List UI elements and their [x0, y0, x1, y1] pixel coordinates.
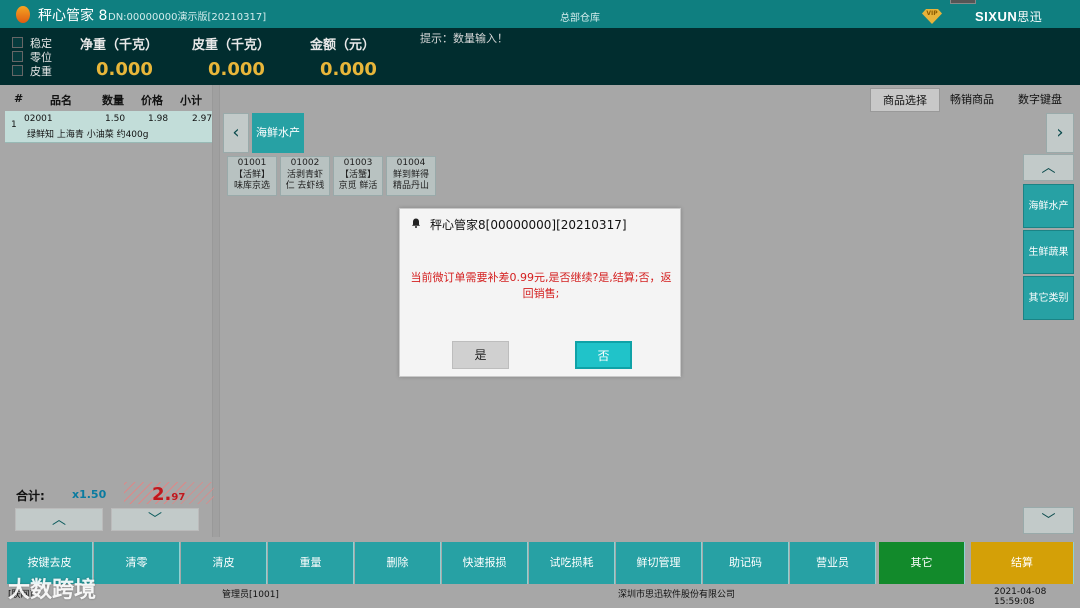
- row-name: 绿鲜知 上海青 小油菜 约400g: [27, 130, 149, 140]
- other-button[interactable]: 其它: [879, 542, 965, 584]
- weigh-display: 稳定 零位 皮重 净重（千克） 0.000 皮重（千克） 0.000 金额（元）…: [0, 28, 1080, 85]
- checkout-button[interactable]: 结算: [971, 542, 1074, 584]
- total-label: 合计:: [16, 489, 45, 503]
- bell-icon: [412, 218, 420, 228]
- col-name: 品名: [50, 94, 72, 107]
- chevron-down-icon: ﹀: [1041, 513, 1056, 529]
- category-scroll-up-button[interactable]: ︿: [1023, 154, 1074, 181]
- product-code: 01001: [237, 158, 267, 168]
- product-tile[interactable]: 01003 【活蟹】 京觅 鲜活: [333, 156, 383, 196]
- category-fresh-produce[interactable]: 生鲜蔬果: [1023, 230, 1074, 274]
- product-tile[interactable]: 01002 活剥青虾 仁 去虾线: [280, 156, 330, 196]
- tare-checkbox[interactable]: [12, 65, 23, 76]
- dialog-message: 当前微订单需要补差0.99元,是否继续?是,结算;否，返回销售;: [410, 271, 672, 300]
- brand-en: SIXUN: [975, 9, 1018, 24]
- scroll-up-button[interactable]: ︿: [15, 508, 103, 531]
- company-name: 深圳市思迅软件股份有限公司: [618, 590, 736, 600]
- chevron-right-icon: ›: [1056, 122, 1064, 143]
- product-name-line2: 仁 去虾线: [285, 181, 325, 191]
- zero-button[interactable]: 清零: [94, 542, 180, 584]
- watermark-text: 大数跨境: [8, 578, 97, 603]
- category-next-button[interactable]: ›: [1046, 113, 1074, 153]
- operator-status: 管理员[1001]: [222, 590, 279, 600]
- tare-weight-label: 皮重（千克）: [192, 38, 271, 53]
- order-panel: # 品名 数量 价格 小计 1 02001 1.50 1.98 2.97 绿鲜知…: [5, 88, 212, 534]
- col-price: 价格: [141, 94, 163, 107]
- brand-logo: SIXUN思迅: [975, 8, 1042, 25]
- col-subtotal: 小计: [180, 94, 202, 107]
- app-window: 秤心管家 8 DN:00000000演示版[20210317] 总部仓库 VIP…: [0, 0, 1080, 608]
- hint-text: 提示：数量输入！: [420, 32, 508, 45]
- title-bar: 秤心管家 8 DN:00000000演示版[20210317] 总部仓库 VIP…: [0, 0, 1080, 28]
- row-code: 02001: [24, 114, 53, 124]
- panel-splitter[interactable]: [212, 85, 220, 537]
- brand-cn: 思迅: [1017, 10, 1043, 24]
- stable-checkbox[interactable]: [12, 37, 23, 48]
- amount-label: 金额（元）: [310, 38, 376, 53]
- confirm-dialog: 秤心管家8[00000000][20210317] 当前微订单需要补差0.99元…: [399, 208, 681, 377]
- tab-best-sellers[interactable]: 畅销商品: [942, 88, 1002, 112]
- product-code: 01002: [290, 158, 320, 168]
- amount-value: 0.000: [320, 59, 377, 80]
- product-name-line2: 味库京选: [233, 181, 270, 191]
- product-code: 01003: [343, 158, 373, 168]
- product-tile[interactable]: 01004 鲜到鲜得 精品丹山: [386, 156, 436, 196]
- chevron-up-icon: ︿: [1041, 160, 1056, 176]
- row-price: 1.98: [148, 114, 169, 124]
- chevron-left-icon: ‹: [232, 122, 240, 143]
- col-index: #: [14, 92, 24, 105]
- total-amount-dec: 97: [171, 492, 186, 503]
- category-tab-seafood[interactable]: 海鲜水产: [252, 113, 304, 153]
- net-weight-value: 0.000: [96, 59, 153, 80]
- row-subtotal: 2.97: [192, 114, 213, 124]
- weight-button[interactable]: 重量: [268, 542, 354, 584]
- product-name-line1: 鲜到鲜得: [392, 169, 429, 180]
- category-prev-button[interactable]: ‹: [223, 113, 249, 153]
- category-other[interactable]: 其它类别: [1023, 276, 1074, 320]
- product-name-line1: 【活鲜】: [233, 169, 270, 180]
- salesperson-button[interactable]: 营业员: [790, 542, 876, 584]
- chevron-up-icon: ︿: [52, 512, 66, 528]
- row-index: 1: [11, 120, 17, 130]
- mnemonic-button[interactable]: 助记码: [703, 542, 789, 584]
- product-name-line2: 京觅 鲜活: [338, 181, 378, 191]
- product-tile[interactable]: 01001 【活鲜】 味库京选: [227, 156, 277, 196]
- clear-tare-button[interactable]: 清皮: [181, 542, 267, 584]
- total-qty: x1.50: [72, 488, 107, 501]
- quick-loss-button[interactable]: 快速报损: [442, 542, 528, 584]
- zero-checkbox[interactable]: [12, 51, 23, 62]
- tab-product-select[interactable]: 商品选择: [870, 88, 940, 112]
- product-code: 01004: [396, 158, 426, 168]
- tare-weight-value: 0.000: [208, 59, 265, 80]
- tare-label: 皮重: [30, 65, 52, 78]
- product-name-line1: 活剥青虾: [286, 169, 323, 180]
- watermark-logo: 大数跨境: [8, 572, 96, 604]
- scroll-down-button[interactable]: ﹀: [111, 508, 199, 531]
- total-amount: 2.97: [152, 484, 185, 505]
- tab-numeric-keypad[interactable]: 数字键盘: [1006, 88, 1074, 112]
- tasting-loss-button[interactable]: 试吃损耗: [529, 542, 615, 584]
- chevron-down-icon: ﹀: [148, 512, 162, 528]
- product-name-line1: 【活蟹】: [339, 169, 376, 180]
- fresh-cut-button[interactable]: 鲜切管理: [616, 542, 702, 584]
- product-name-line2: 精品丹山: [392, 181, 429, 191]
- no-button[interactable]: 否: [575, 341, 632, 369]
- category-scroll-down-button[interactable]: ﹀: [1023, 507, 1074, 534]
- dialog-title: 秤心管家8[00000000][20210317]: [430, 218, 627, 232]
- order-row[interactable]: 1 02001 1.50 1.98 2.97 绿鲜知 上海青 小油菜 约400g: [5, 111, 212, 143]
- delete-button[interactable]: 删除: [355, 542, 441, 584]
- vip-label: VIP: [926, 10, 938, 17]
- net-weight-label: 净重（千克）: [80, 38, 159, 53]
- yes-button[interactable]: 是: [452, 341, 509, 369]
- row-qty: 1.50: [105, 114, 126, 124]
- warehouse-name: 总部仓库: [560, 13, 600, 24]
- total-amount-main: 2.: [152, 484, 172, 505]
- window-control[interactable]: [950, 0, 976, 4]
- status-datetime: 2021-04-08 15:59:08: [994, 587, 1047, 607]
- col-qty: 数量: [102, 94, 124, 107]
- category-seafood[interactable]: 海鲜水产: [1023, 184, 1074, 228]
